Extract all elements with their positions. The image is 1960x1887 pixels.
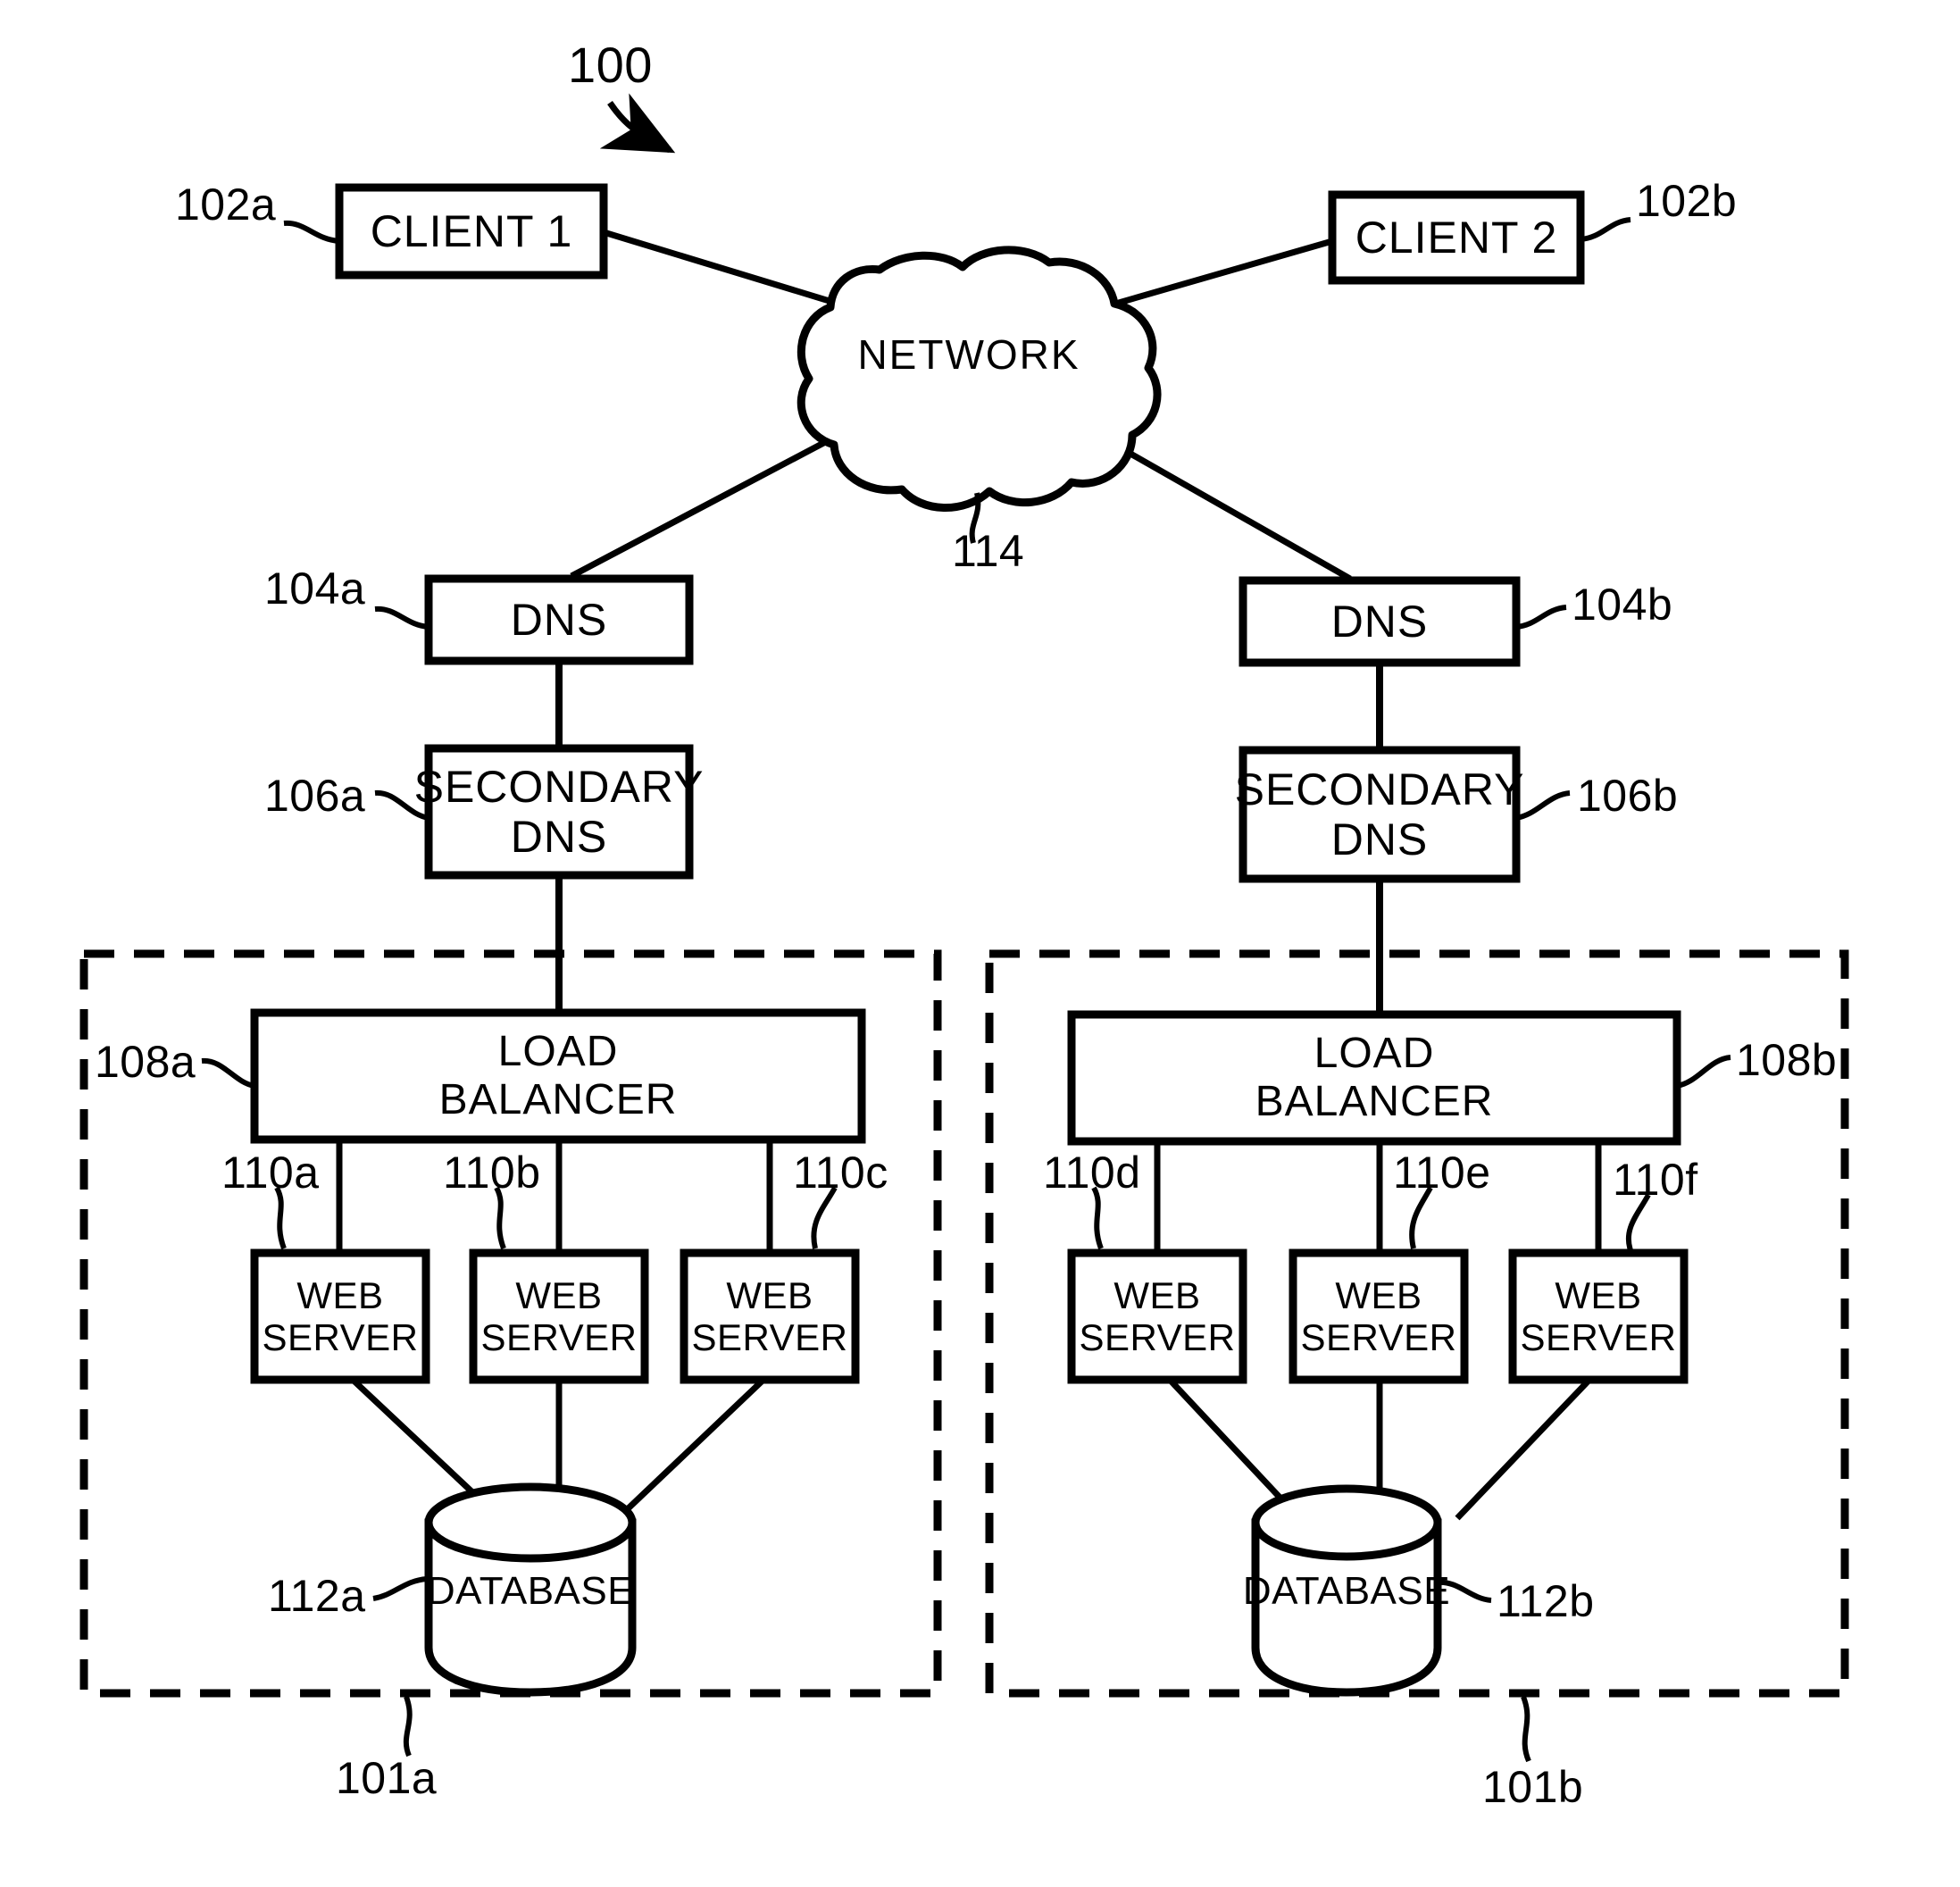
ref-104a: 104a	[264, 564, 366, 614]
web-server-a3-box	[680, 1248, 860, 1384]
database-a-top	[424, 1482, 637, 1563]
ref-leader-102a	[283, 220, 340, 244]
ref-110b: 110b	[443, 1148, 541, 1198]
client2-box	[1328, 190, 1585, 285]
ref-leader-108b	[1676, 1055, 1731, 1089]
dns-b-box	[1239, 576, 1521, 667]
ref-110a: 110a	[221, 1148, 320, 1198]
web-server-b1-box	[1067, 1248, 1247, 1384]
web-server-b2-box	[1289, 1248, 1469, 1384]
network-cloud-shape	[797, 246, 1162, 512]
ref-110d: 110d	[1043, 1148, 1141, 1198]
ref-leader-104b	[1515, 605, 1567, 630]
load-balancer-a-box	[250, 1008, 866, 1144]
ref-108a: 108a	[95, 1037, 196, 1087]
ref-leader-101a	[403, 1695, 413, 1758]
ref-110c: 110c	[793, 1148, 888, 1198]
ref-leader-112a	[372, 1576, 428, 1601]
ref-106a: 106a	[264, 771, 366, 821]
ref-110f: 110f	[1613, 1155, 1698, 1205]
figure-reference-numeral: 100	[568, 37, 653, 93]
ref-102a: 102a	[175, 180, 277, 230]
ref-leader-104a	[374, 605, 430, 630]
ref-112b: 112b	[1497, 1576, 1595, 1626]
ref-leader-102b	[1580, 217, 1631, 242]
ref-114: 114	[952, 526, 1025, 576]
ref-112a: 112a	[268, 1571, 366, 1621]
ref-leader-112b	[1437, 1579, 1492, 1603]
web-server-a2-box	[469, 1248, 649, 1384]
ref-101b: 101b	[1482, 1762, 1584, 1812]
load-balancer-b-box	[1067, 1010, 1681, 1146]
dns-a-box	[424, 574, 694, 665]
web-server-b3-box	[1508, 1248, 1689, 1384]
ref-leader-108a	[201, 1057, 255, 1089]
ref-106b: 106b	[1577, 771, 1679, 821]
secondary-dns-b-box	[1239, 746, 1521, 883]
ref-leader-101b	[1521, 1695, 1531, 1763]
patent-figure: 100 CLIENT 1 102a CLIENT 2 102b NETWORK …	[0, 0, 1960, 1887]
web-server-a1-box	[250, 1248, 430, 1384]
database-b-top	[1251, 1484, 1442, 1561]
figure-ref-arrow	[599, 93, 676, 154]
link-client2-network	[1099, 238, 1333, 312]
link-ws-b3-db	[1455, 1377, 1592, 1521]
link-ws-a3-db	[615, 1377, 766, 1521]
client1-box	[335, 183, 608, 280]
ref-leader-106a	[374, 789, 430, 821]
link-network-dns-a	[570, 436, 832, 580]
link-client1-network	[602, 229, 834, 305]
ref-110e: 110e	[1393, 1148, 1491, 1198]
secondary-dns-a-box	[424, 744, 694, 880]
ref-108b: 108b	[1736, 1035, 1838, 1085]
ref-leader-106b	[1515, 790, 1571, 821]
ref-102b: 102b	[1636, 176, 1738, 226]
ref-104b: 104b	[1572, 580, 1673, 630]
link-network-dns-b	[1104, 436, 1352, 582]
ref-101a: 101a	[336, 1753, 438, 1803]
